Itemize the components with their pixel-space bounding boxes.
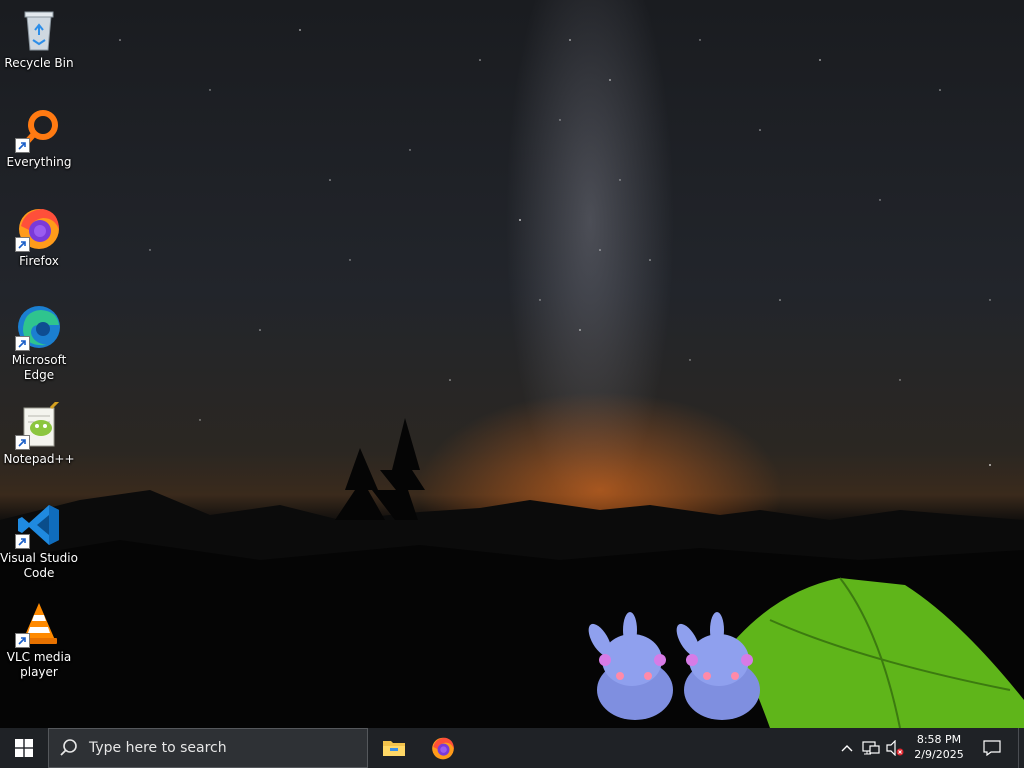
desktop-icon-visual-studio-code[interactable]: Visual Studio Code xyxy=(0,501,78,581)
clock-date: 2/9/2025 xyxy=(914,748,964,761)
show-desktop-button[interactable] xyxy=(1018,728,1024,768)
tray-network[interactable] xyxy=(860,728,882,768)
desktop-icon-label: Everything xyxy=(6,155,72,169)
desktop-icon-label: VLC media player xyxy=(6,650,72,679)
desktop-icon-label: Visual Studio Code xyxy=(0,551,78,580)
desktop-icon-label: Microsoft Edge xyxy=(11,353,67,382)
shortcut-arrow-icon xyxy=(15,633,30,648)
tray-volume[interactable] xyxy=(884,728,906,768)
desktop[interactable]: Recycle Bin Everything Firefox Microsoft… xyxy=(0,0,1024,728)
start-button[interactable] xyxy=(0,728,48,768)
tray-overflow-button[interactable] xyxy=(836,728,858,768)
shortcut-arrow-icon xyxy=(15,534,30,549)
shortcut-arrow-icon xyxy=(15,336,30,351)
shortcut-arrow-icon xyxy=(15,138,30,153)
tray-clock[interactable]: 8:58 PM 2/9/2025 xyxy=(908,728,970,768)
desktop-icon-label: Notepad++ xyxy=(3,452,75,466)
shortcut-arrow-icon xyxy=(15,435,30,450)
file-explorer-icon xyxy=(383,741,405,756)
shortcut-arrow-icon xyxy=(15,237,30,252)
desktop-icon-recycle-bin[interactable]: Recycle Bin xyxy=(0,6,78,71)
recycle-bin-icon xyxy=(15,6,63,54)
action-center-button[interactable] xyxy=(976,728,1008,768)
clock-time: 8:58 PM xyxy=(916,733,962,746)
desktop-icon-label: Firefox xyxy=(19,254,59,268)
tree-silhouette xyxy=(372,418,425,520)
desktop-icon-notepad-plus-plus[interactable]: Notepad++ xyxy=(0,398,78,467)
taskbar-file-explorer[interactable] xyxy=(370,728,418,768)
notepad-plus-plus-icon xyxy=(15,398,63,450)
search-icon xyxy=(60,739,77,756)
action-center-icon xyxy=(983,740,1001,756)
chevron-up-icon xyxy=(841,745,853,752)
desktop-icon-microsoft-edge[interactable]: Microsoft Edge xyxy=(0,303,78,383)
network-icon xyxy=(862,741,880,755)
firefox-icon xyxy=(15,204,63,252)
firefox-icon xyxy=(432,737,454,760)
search-placeholder: Type here to search xyxy=(89,740,227,756)
edge-icon xyxy=(15,303,63,351)
desktop-icon-vlc-media-player[interactable]: VLC media player xyxy=(0,600,78,680)
wallpaper-landscape xyxy=(0,418,1024,728)
desktop-icon-everything[interactable]: Everything xyxy=(0,105,78,170)
vlc-icon xyxy=(15,600,63,648)
taskbar: Type here to search 8:58 PM 2/9/2025 xyxy=(0,728,1024,768)
vscode-icon xyxy=(15,501,63,549)
everything-search-icon xyxy=(15,105,63,153)
volume-muted-icon xyxy=(886,740,904,756)
taskbar-search-box[interactable]: Type here to search xyxy=(48,728,368,768)
windows-logo-icon xyxy=(15,739,33,757)
taskbar-firefox[interactable] xyxy=(419,728,467,768)
desktop-icon-label: Recycle Bin xyxy=(4,56,74,70)
desktop-icon-firefox[interactable]: Firefox xyxy=(0,204,78,269)
